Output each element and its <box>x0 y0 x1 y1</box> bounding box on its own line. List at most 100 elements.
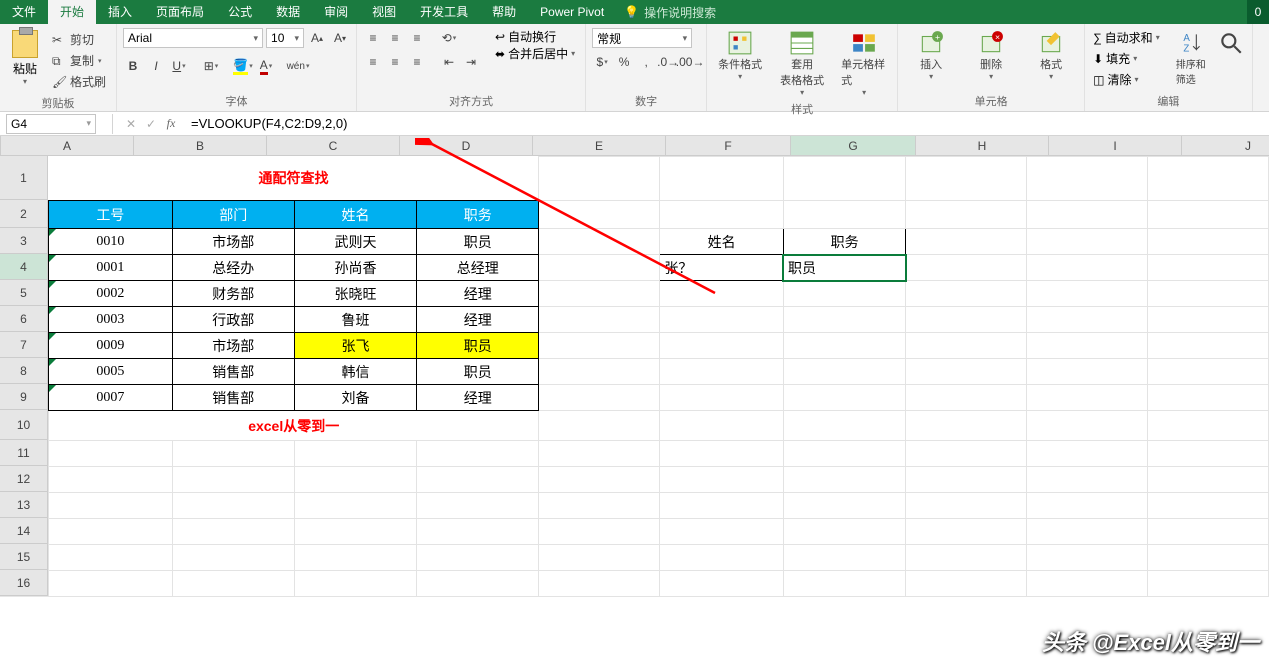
cell-J2[interactable] <box>1148 201 1269 229</box>
tab-page-layout[interactable]: 页面布局 <box>144 0 216 24</box>
cell-E6[interactable] <box>539 307 660 333</box>
cell-E12[interactable] <box>539 467 660 493</box>
underline-button[interactable]: U <box>169 56 189 76</box>
cell-H3[interactable] <box>906 229 1027 255</box>
cell-C9[interactable]: 刘备 <box>294 385 416 411</box>
format-painter-button[interactable]: 🖌 格式刷 <box>50 72 108 91</box>
cell-J10[interactable] <box>1148 411 1269 441</box>
cell-F4[interactable]: 张？ <box>660 255 784 281</box>
cell-D9[interactable]: 经理 <box>417 385 539 411</box>
decrease-indent-button[interactable]: ⇤ <box>439 52 459 72</box>
cell-I8[interactable] <box>1027 359 1148 385</box>
cell-J9[interactable] <box>1148 385 1269 411</box>
cell-E3[interactable] <box>539 229 660 255</box>
cell-A10[interactable]: excel从零到一 <box>49 411 539 441</box>
wrap-text-button[interactable]: ↩ 自动换行 <box>491 28 579 45</box>
fill-color-button[interactable]: 🪣 <box>233 56 253 76</box>
cell-J1[interactable] <box>1148 157 1269 201</box>
column-header-C[interactable]: C <box>267 136 400 155</box>
find-select-button[interactable] <box>1216 28 1246 91</box>
cell-B5[interactable]: 财务部 <box>172 281 294 307</box>
enter-formula-button[interactable]: ✓ <box>141 117 161 131</box>
cell-B14[interactable] <box>172 519 294 545</box>
format-table-button[interactable]: 套用 表格格式▾ <box>775 28 829 99</box>
cell-F11[interactable] <box>660 441 784 467</box>
column-header-J[interactable]: J <box>1182 136 1269 155</box>
column-header-G[interactable]: G <box>791 136 916 155</box>
row-header-12[interactable]: 12 <box>0 466 48 492</box>
formula-input[interactable]: =VLOOKUP(F4,C2:D9,2,0) <box>181 116 347 131</box>
cell-H8[interactable] <box>906 359 1027 385</box>
column-header-D[interactable]: D <box>400 136 533 155</box>
cell-H1[interactable] <box>906 157 1027 201</box>
cell-E2[interactable] <box>539 201 660 229</box>
sort-filter-button[interactable]: AZ 排序和筛选 <box>1172 28 1212 91</box>
cell-I15[interactable] <box>1027 545 1148 571</box>
cell-C2[interactable]: 姓名 <box>294 201 416 229</box>
cell-B6[interactable]: 行政部 <box>172 307 294 333</box>
cell-F3[interactable]: 姓名 <box>660 229 784 255</box>
cell-E10[interactable] <box>539 411 660 441</box>
tab-review[interactable]: 审阅 <box>312 0 360 24</box>
cell-F9[interactable] <box>660 385 784 411</box>
cell-G14[interactable] <box>783 519 905 545</box>
cell-G5[interactable] <box>783 281 905 307</box>
row-header-5[interactable]: 5 <box>0 280 48 306</box>
delete-cells-button[interactable]: × 删除▾ <box>964 28 1018 91</box>
cell-J16[interactable] <box>1148 571 1269 597</box>
cell-G3[interactable]: 职务 <box>783 229 905 255</box>
align-middle-button[interactable]: ≡ <box>385 28 405 48</box>
cell-J15[interactable] <box>1148 545 1269 571</box>
cell-F12[interactable] <box>660 467 784 493</box>
cell-A1[interactable]: 通配符查找 <box>49 157 539 201</box>
cell-A11[interactable] <box>49 441 173 467</box>
cell-I5[interactable] <box>1027 281 1148 307</box>
cell-I3[interactable] <box>1027 229 1148 255</box>
cell-D11[interactable] <box>417 441 539 467</box>
cell-J14[interactable] <box>1148 519 1269 545</box>
tab-data[interactable]: 数据 <box>264 0 312 24</box>
tab-file[interactable]: 文件 <box>0 0 48 24</box>
cell-I9[interactable] <box>1027 385 1148 411</box>
cell-F6[interactable] <box>660 307 784 333</box>
cell-E8[interactable] <box>539 359 660 385</box>
cell-D4[interactable]: 总经理 <box>417 255 539 281</box>
column-header-I[interactable]: I <box>1049 136 1182 155</box>
cell-H12[interactable] <box>906 467 1027 493</box>
cell-G1[interactable] <box>783 157 905 201</box>
cell-J4[interactable] <box>1148 255 1269 281</box>
font-color-button[interactable]: A <box>256 56 276 76</box>
cell-C8[interactable]: 韩信 <box>294 359 416 385</box>
cell-G2[interactable] <box>783 201 905 229</box>
column-header-F[interactable]: F <box>666 136 791 155</box>
cell-F15[interactable] <box>660 545 784 571</box>
cell-G6[interactable] <box>783 307 905 333</box>
cell-H10[interactable] <box>906 411 1027 441</box>
cell-A3[interactable]: 0010 <box>49 229 173 255</box>
tab-developer[interactable]: 开发工具 <box>408 0 480 24</box>
row-header-6[interactable]: 6 <box>0 306 48 332</box>
column-header-A[interactable]: A <box>1 136 134 155</box>
cell-I2[interactable] <box>1027 201 1148 229</box>
row-header-1[interactable]: 1 <box>0 156 48 200</box>
row-header-16[interactable]: 16 <box>0 570 48 596</box>
fx-button[interactable]: fx <box>161 116 181 131</box>
font-size-combo[interactable]: 10▾ <box>266 28 304 48</box>
cell-C11[interactable] <box>294 441 416 467</box>
cut-button[interactable]: ✂ 剪切 <box>50 30 108 49</box>
cell-G9[interactable] <box>783 385 905 411</box>
cell-I14[interactable] <box>1027 519 1148 545</box>
cell-H16[interactable] <box>906 571 1027 597</box>
increase-font-button[interactable]: A▴ <box>307 28 327 48</box>
column-header-B[interactable]: B <box>134 136 267 155</box>
row-header-13[interactable]: 13 <box>0 492 48 518</box>
row-header-10[interactable]: 10 <box>0 410 48 440</box>
cell-G11[interactable] <box>783 441 905 467</box>
row-header-11[interactable]: 11 <box>0 440 48 466</box>
cell-I1[interactable] <box>1027 157 1148 201</box>
tab-view[interactable]: 视图 <box>360 0 408 24</box>
cell-D7[interactable]: 职员 <box>417 333 539 359</box>
cell-H15[interactable] <box>906 545 1027 571</box>
cell-C16[interactable] <box>294 571 416 597</box>
cancel-formula-button[interactable]: ✕ <box>121 117 141 131</box>
